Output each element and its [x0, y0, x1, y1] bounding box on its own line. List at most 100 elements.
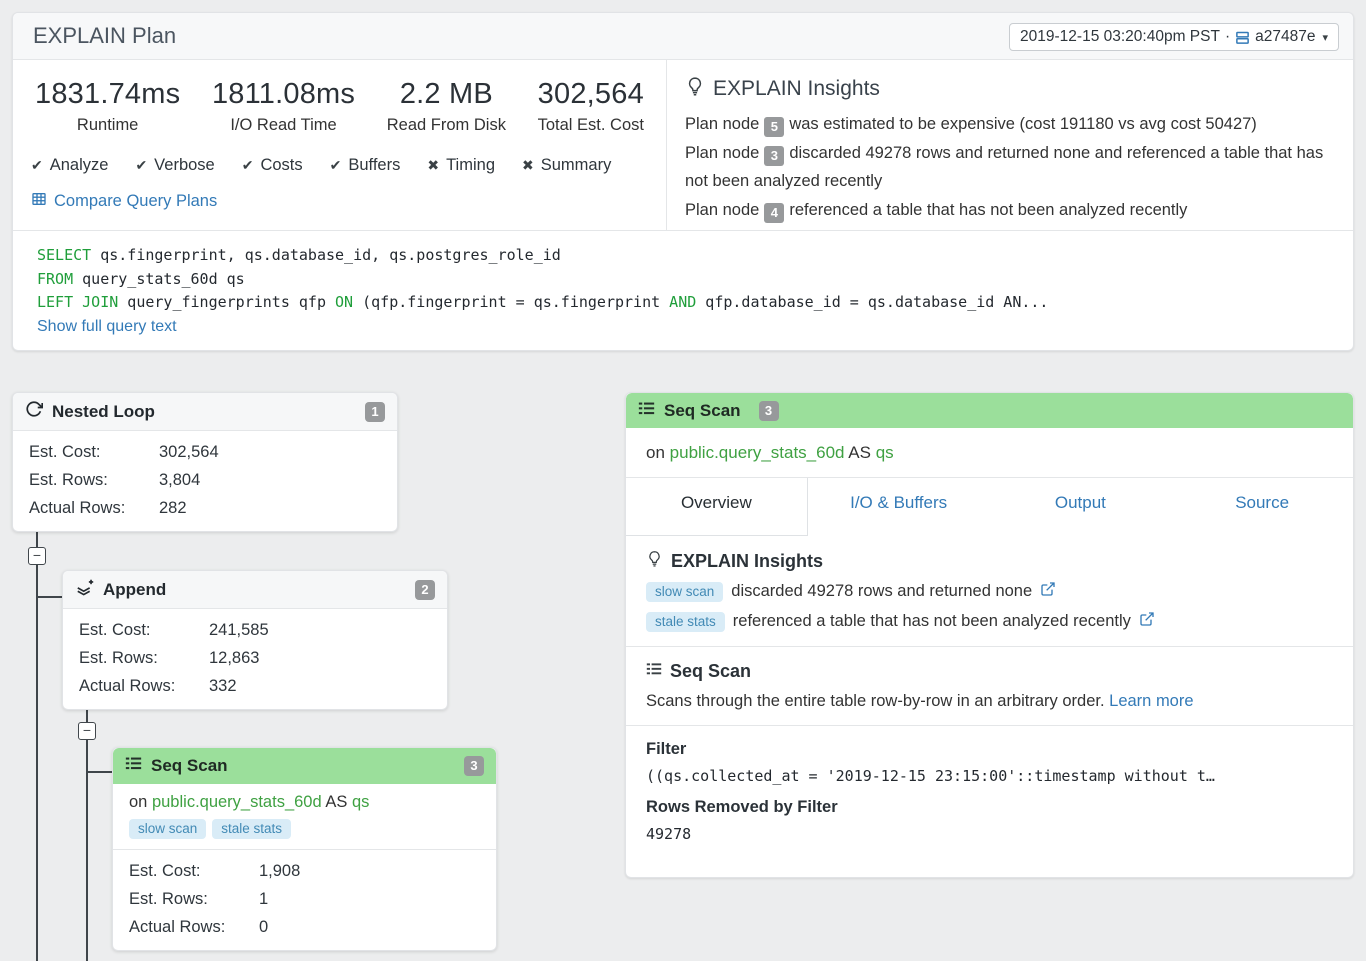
- flag-verbose: ✔Verbose: [135, 156, 214, 175]
- check-icon: ✔: [330, 157, 342, 174]
- flag-summary: ✖Summary: [522, 156, 611, 175]
- node-stat-row: Actual Rows:282: [29, 494, 381, 522]
- collapse-toggle[interactable]: −: [28, 547, 46, 565]
- detail-panel-header: Seq Scan 3: [626, 393, 1353, 428]
- query-text-section: SELECT qs.fingerprint, qs.database_id, q…: [13, 230, 1353, 350]
- stat-total-est-cost: 302,564 Total Est. Cost: [538, 78, 644, 135]
- node-stat-row: Est. Rows:1: [129, 885, 480, 913]
- panel-filter-section: Filter ((qs.collected_at = '2019-12-15 2…: [626, 726, 1353, 857]
- node-number-badge: 2: [415, 580, 435, 600]
- sql-line: SELECT qs.fingerprint, qs.database_id, q…: [37, 244, 1329, 268]
- stat-io-read-time: 1811.08ms I/O Read Time: [212, 78, 355, 135]
- tree-connector: [86, 740, 88, 961]
- node-number-badge: 3: [464, 756, 484, 776]
- card-header-strip: EXPLAIN Plan 2019-12-15 03:20:40pm PST ·…: [13, 13, 1353, 60]
- tab-io-buffers[interactable]: I/O & Buffers: [808, 478, 990, 528]
- insight-item: Plan node: [685, 115, 759, 133]
- separator-dot: ·: [1225, 28, 1230, 46]
- node-number-badge: 3: [759, 401, 779, 421]
- seq-scan-icon: [646, 661, 662, 682]
- plan-node-badge[interactable]: 5: [764, 117, 784, 137]
- tree-connector: [38, 596, 62, 598]
- node-number-badge: 1: [365, 402, 385, 422]
- alias-link[interactable]: qs: [352, 793, 369, 811]
- node-detail-panel: Seq Scan 3 on public.query_stats_60d AS …: [625, 392, 1354, 878]
- insights-list: Plan node5was estimated to be expensive …: [685, 110, 1335, 224]
- plan-node-seq-scan: Seq Scan 3 on public.query_stats_60d AS …: [112, 747, 497, 951]
- insight-chips: slow scan stale stats: [129, 819, 480, 839]
- learn-more-link[interactable]: Learn more: [1109, 692, 1193, 710]
- plan-node-append: Append 2 Est. Cost:241,585 Est. Rows:12,…: [62, 570, 448, 710]
- node-table-section: on public.query_stats_60d AS qs slow sca…: [113, 784, 496, 850]
- explain-insights-panel: EXPLAIN Insights Plan node5was estimated…: [667, 60, 1353, 230]
- server-icon: [1235, 30, 1250, 45]
- flag-analyze: ✔Analyze: [31, 156, 108, 175]
- sql-line: LEFT JOIN query_fingerprints qfp ON (qfp…: [37, 291, 1329, 315]
- collapse-toggle[interactable]: −: [78, 722, 96, 740]
- node-header[interactable]: Nested Loop 1: [13, 393, 397, 431]
- explain-plan-card: EXPLAIN Plan 2019-12-15 03:20:40pm PST ·…: [12, 12, 1354, 351]
- panel-insights-heading: EXPLAIN Insights: [646, 550, 1333, 572]
- node-title: Append: [103, 580, 166, 600]
- insight-item: Plan node: [685, 144, 759, 162]
- compare-query-plans-link[interactable]: Compare Query Plans: [27, 191, 652, 212]
- node-stat-row: Est. Cost:241,585: [79, 616, 431, 644]
- node-stat-row: Actual Rows:0: [129, 913, 480, 941]
- table-link[interactable]: public.query_stats_60d: [152, 793, 322, 811]
- lightbulb-icon: [646, 550, 663, 572]
- node-title: Seq Scan: [151, 756, 228, 776]
- node-description: Scans through the entire table row-by-ro…: [646, 692, 1333, 711]
- node-info-heading: Seq Scan: [646, 661, 1333, 682]
- plan-node-badge[interactable]: 4: [764, 203, 784, 223]
- tab-overview[interactable]: Overview: [626, 478, 808, 536]
- table-link[interactable]: public.query_stats_60d: [670, 443, 845, 462]
- stats-row: 1831.74ms Runtime 1811.08ms I/O Read Tim…: [27, 78, 652, 135]
- panel-node-info-section: Seq Scan Scans through the entire table …: [626, 647, 1353, 726]
- plan-node-badge[interactable]: 3: [764, 146, 784, 166]
- tree-connector: [36, 565, 38, 961]
- lightbulb-icon: [685, 76, 705, 102]
- node-stat-row: Est. Rows:3,804: [29, 466, 381, 494]
- table-icon: [31, 191, 47, 212]
- snapshot-selector[interactable]: 2019-12-15 03:20:40pm PST · a27487e ▾: [1009, 23, 1339, 51]
- filter-expression: ((qs.collected_at = '2019-12-15 23:15:00…: [646, 767, 1333, 785]
- summary-panel: 1831.74ms Runtime 1811.08ms I/O Read Tim…: [13, 60, 667, 230]
- node-stat-row: Est. Cost:1,908: [129, 857, 480, 885]
- insight-chip-stale-stats: stale stats: [212, 819, 291, 839]
- tab-source[interactable]: Source: [1171, 478, 1353, 528]
- rows-removed-heading: Rows Removed by Filter: [646, 798, 1333, 817]
- node-stat-row: Est. Cost:302,564: [29, 438, 381, 466]
- server-id: a27487e: [1255, 28, 1315, 46]
- rows-removed-value: 49278: [646, 825, 1333, 843]
- panel-insight-row: stale stats referenced a table that has …: [646, 611, 1333, 632]
- insight-chip-slow-scan: slow scan: [129, 819, 206, 839]
- cross-icon: ✖: [427, 157, 439, 174]
- check-icon: ✔: [135, 157, 147, 174]
- stat-read-from-disk: 2.2 MB Read From Disk: [387, 78, 506, 135]
- node-header[interactable]: Seq Scan 3: [113, 748, 496, 784]
- insight-chip-slow-scan: slow scan: [646, 582, 723, 602]
- alias-link[interactable]: qs: [876, 443, 894, 462]
- check-icon: ✔: [242, 157, 254, 174]
- filter-heading: Filter: [646, 740, 1333, 759]
- node-header[interactable]: Append 2: [63, 571, 447, 609]
- seq-scan-icon: [638, 400, 655, 422]
- chevron-down-icon: ▾: [1322, 31, 1328, 44]
- seq-scan-icon: [125, 755, 142, 777]
- flag-timing: ✖Timing: [427, 156, 495, 175]
- insight-item: Plan node: [685, 201, 759, 219]
- append-icon: [75, 578, 94, 602]
- cross-icon: ✖: [522, 157, 534, 174]
- show-full-query-link[interactable]: Show full query text: [37, 318, 177, 336]
- external-link-icon[interactable]: [1040, 581, 1056, 602]
- flag-buffers: ✔Buffers: [330, 156, 401, 175]
- node-stat-row: Est. Rows:12,863: [79, 644, 431, 672]
- explain-flags-row: ✔Analyze ✔Verbose ✔Costs ✔Buffers ✖Timin…: [27, 156, 652, 175]
- insight-chip-stale-stats: stale stats: [646, 612, 725, 632]
- panel-title: Seq Scan: [664, 401, 741, 421]
- tree-connector: [88, 771, 112, 773]
- insights-heading: EXPLAIN Insights: [685, 76, 1335, 102]
- tab-output[interactable]: Output: [990, 478, 1172, 528]
- external-link-icon[interactable]: [1139, 611, 1155, 632]
- detail-tabs: Overview I/O & Buffers Output Source: [626, 478, 1353, 536]
